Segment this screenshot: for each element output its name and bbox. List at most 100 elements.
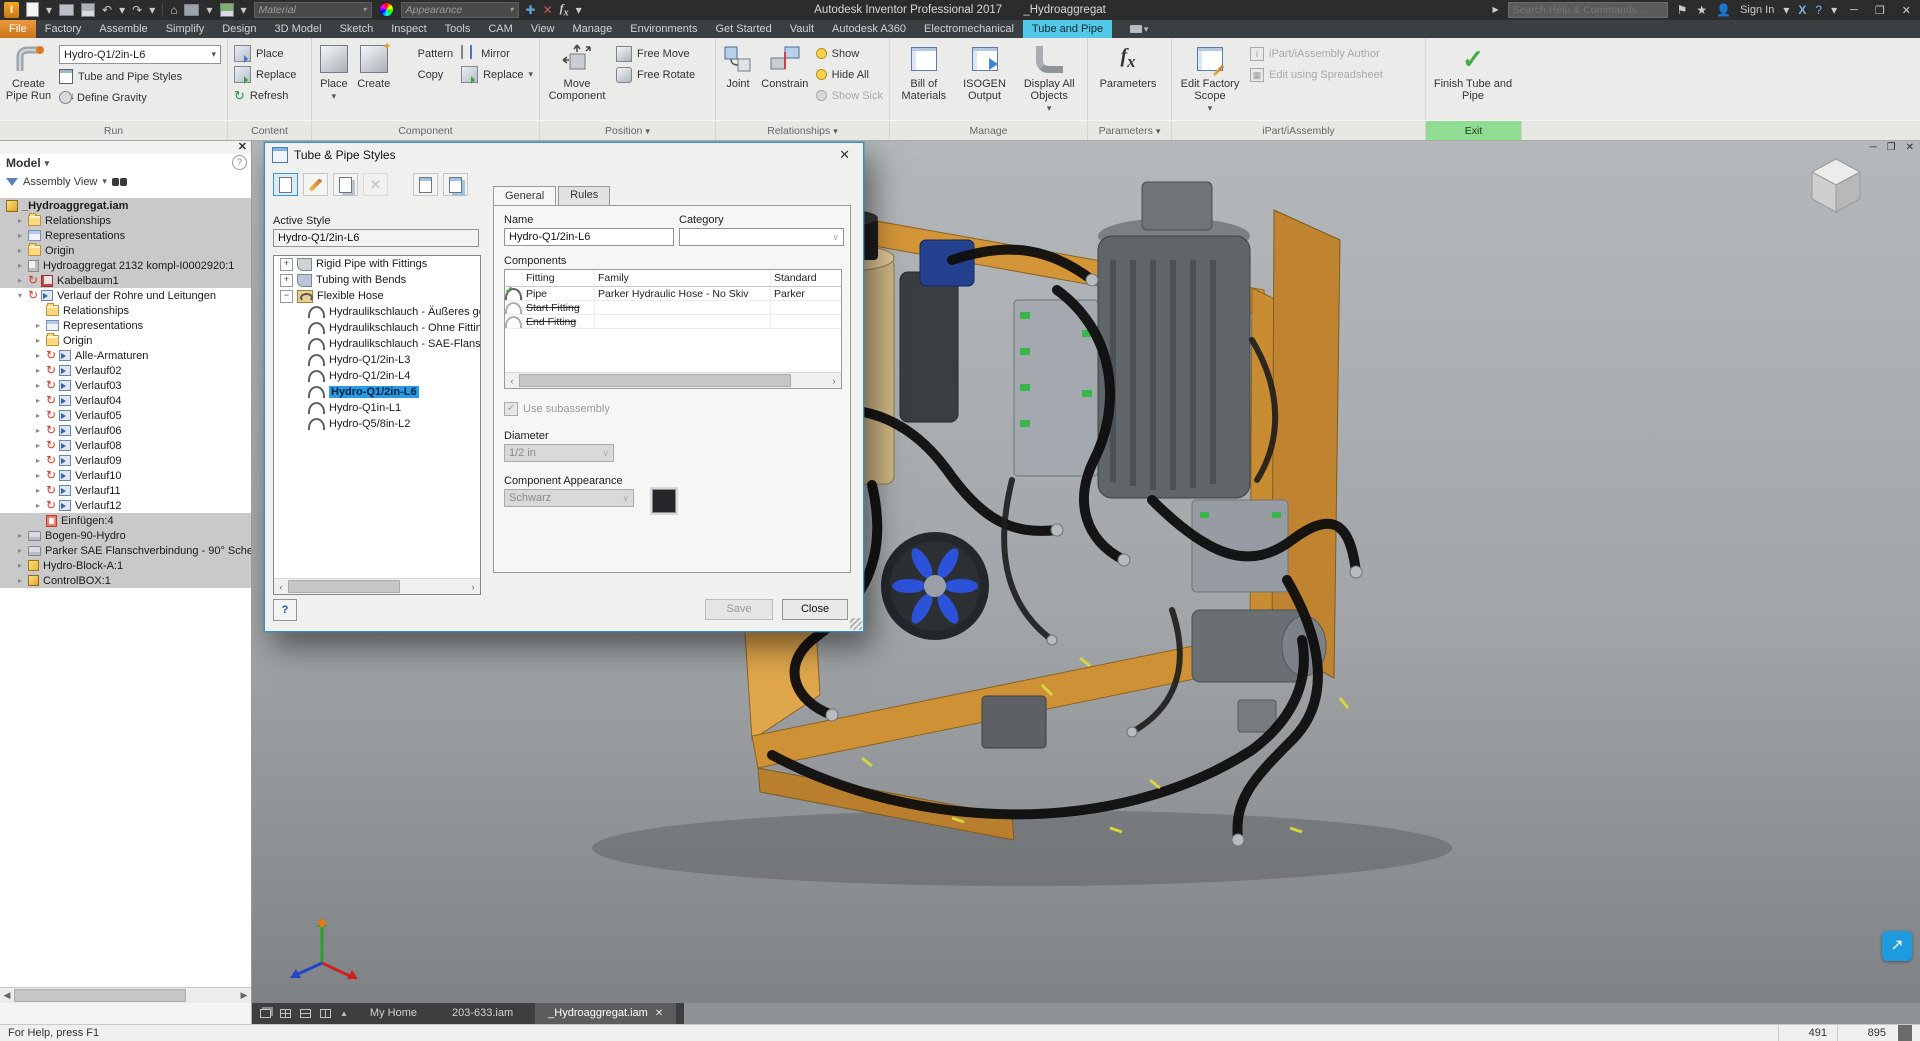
browser-help-icon[interactable]: ? xyxy=(232,155,247,170)
expander-icon[interactable]: + xyxy=(280,274,293,287)
show-button[interactable]: Show xyxy=(816,45,883,62)
tree-item[interactable]: ▸↻Verlauf09 xyxy=(0,453,251,468)
panel-label-manage[interactable]: Manage xyxy=(890,121,1088,140)
tab-file[interactable]: File xyxy=(0,20,36,38)
expander-icon[interactable]: ▸ xyxy=(36,456,46,465)
tree-item[interactable]: ▸↻Verlauf12 xyxy=(0,498,251,513)
scrollbar-thumb[interactable] xyxy=(519,374,791,387)
new-file-icon[interactable] xyxy=(26,2,39,17)
tab-simplify[interactable]: Simplify xyxy=(157,20,214,38)
scrollbar-thumb[interactable] xyxy=(14,989,186,1002)
edit-style-button[interactable] xyxy=(303,173,328,196)
tree-item[interactable]: ▸↻Verlauf04 xyxy=(0,393,251,408)
panel-label-exit[interactable]: Exit xyxy=(1426,121,1522,140)
styles-tree-item[interactable]: Hydro-Q1/2in-L4 xyxy=(274,368,480,384)
table-row[interactable]: Pipe Parker Hydraulic Hose - No Skiv Par… xyxy=(505,287,841,301)
components-table[interactable]: Fitting Family Standard Pipe Parker Hydr… xyxy=(504,269,842,389)
expander-icon[interactable]: ▸ xyxy=(36,351,46,360)
doc-restore-icon[interactable]: ❐ xyxy=(1887,142,1896,153)
panel-label-relationships[interactable]: Relationships▾ xyxy=(716,121,890,140)
tab-general[interactable]: General xyxy=(493,186,556,205)
undo-icon[interactable]: ↶ xyxy=(102,4,112,16)
styles-tree-item[interactable]: Hydro-Q5/8in-L2 xyxy=(274,416,480,432)
tree-item[interactable]: ▸↻Kabelbaum1 xyxy=(0,273,251,288)
tree-item[interactable]: ▾↻Verlauf der Rohre und Leitungen xyxy=(0,288,251,303)
panel-label-parameters[interactable]: Parameters▾ xyxy=(1088,121,1172,140)
tree-item[interactable]: ▸↻Verlauf06 xyxy=(0,423,251,438)
bill-of-materials-button[interactable]: Bill of Materials xyxy=(892,40,956,120)
tab-tools[interactable]: Tools xyxy=(436,20,480,38)
tree-item[interactable]: ▸↻Alle-Armaturen xyxy=(0,348,251,363)
expander-icon[interactable]: ▸ xyxy=(18,276,28,285)
expander-icon[interactable]: ▸ xyxy=(36,321,46,330)
tree-item[interactable]: ▸Parker SAE Flanschverbindung - 90° Sche… xyxy=(0,543,251,558)
refresh-button[interactable]: ↻ Refresh xyxy=(234,87,296,104)
tree-item[interactable]: ▸Relationships xyxy=(0,213,251,228)
tab-autodesk-a360[interactable]: Autodesk A360 xyxy=(823,20,915,38)
expander-icon[interactable]: ▸ xyxy=(36,381,46,390)
copy-button[interactable]: Copy xyxy=(398,66,453,83)
new-file-dropdown-icon[interactable]: ▾ xyxy=(46,4,52,16)
view-mode-selector[interactable]: Assembly View xyxy=(23,176,97,188)
tab-rules[interactable]: Rules xyxy=(558,186,610,205)
tab-3d-model[interactable]: 3D Model xyxy=(265,20,330,38)
ribbon-display-options[interactable]: ▾ xyxy=(1126,20,1152,38)
dialog-help-button[interactable]: ? xyxy=(273,599,297,621)
expander-icon[interactable]: ▸ xyxy=(36,426,46,435)
tree-item[interactable]: ▸Bogen-90-Hydro xyxy=(0,528,251,543)
browser-close-icon[interactable]: ✕ xyxy=(238,140,247,153)
adjust-clear-icon[interactable]: ✕ xyxy=(543,4,553,16)
joint-button[interactable]: Joint xyxy=(718,40,758,120)
hide-all-button[interactable]: Hide All xyxy=(816,66,883,83)
restore-button[interactable]: ❐ xyxy=(1871,4,1889,17)
styles-tree[interactable]: +Rigid Pipe with Fittings +Tubing with B… xyxy=(273,255,481,595)
display-all-objects-button[interactable]: Display All Objects ▾ xyxy=(1013,40,1085,120)
sign-in-dropdown-icon[interactable]: ▾ xyxy=(1783,4,1789,16)
doc-minimize-icon[interactable]: ─ xyxy=(1870,142,1877,153)
styles-tree-item[interactable]: Hydraulikschlauch - Ohne Fittings xyxy=(274,320,480,336)
expander-icon[interactable]: − xyxy=(280,290,293,303)
scroll-right-icon[interactable]: › xyxy=(466,582,480,592)
expander-icon[interactable]: ▸ xyxy=(36,396,46,405)
tab-vault[interactable]: Vault xyxy=(781,20,823,38)
search-input[interactable] xyxy=(1508,2,1668,18)
tab-get-started[interactable]: Get Started xyxy=(707,20,781,38)
save-icon[interactable] xyxy=(81,3,95,17)
tab-electromechanical[interactable]: Electromechanical xyxy=(915,20,1023,38)
replace-content-button[interactable]: Replace xyxy=(234,66,296,83)
redo-icon[interactable]: ↷ xyxy=(132,4,142,16)
minimize-button[interactable]: ─ xyxy=(1846,4,1862,16)
tab-sketch[interactable]: Sketch xyxy=(331,20,383,38)
expander-icon[interactable]: ▸ xyxy=(36,471,46,480)
expander-icon[interactable]: ▸ xyxy=(36,441,46,450)
active-style-ribbon-combobox[interactable]: Hydro-Q1/2in-L6 ▾ xyxy=(59,45,221,64)
expander-icon[interactable]: ▸ xyxy=(36,486,46,495)
filter-icon[interactable] xyxy=(6,178,18,186)
view-mode-dropdown-icon[interactable]: ▾ xyxy=(102,176,107,187)
place-content-button[interactable]: Place xyxy=(234,45,296,62)
render-icon[interactable] xyxy=(184,4,199,16)
sign-in-button[interactable]: Sign In xyxy=(1740,4,1774,16)
tree-item[interactable]: ▸↻Verlauf10 xyxy=(0,468,251,483)
edit-factory-scope-button[interactable]: Edit Factory Scope ▾ xyxy=(1174,40,1246,120)
tree-item[interactable]: ▸Hydroaggregat 2132 kompl-I0002920:1 xyxy=(0,258,251,273)
favorites-star-icon[interactable]: ★ xyxy=(1696,4,1707,16)
tab-design[interactable]: Design xyxy=(213,20,265,38)
move-component-button[interactable]: Move Component xyxy=(542,40,612,120)
browser-horizontal-scrollbar[interactable]: ◀ ▶ xyxy=(0,987,251,1003)
browser-title-dropdown-icon[interactable]: ▾ xyxy=(45,158,50,169)
tab-inspect[interactable]: Inspect xyxy=(382,20,435,38)
help-icon[interactable]: ? xyxy=(1815,4,1822,16)
expander-icon[interactable]: ▸ xyxy=(18,231,28,240)
expander-icon[interactable]: ▸ xyxy=(18,576,28,585)
close-button[interactable]: Close xyxy=(782,599,848,620)
doc-tab-203-633[interactable]: 203-633.iam xyxy=(439,1003,526,1024)
styles-tree-item[interactable]: +Tubing with Bends xyxy=(274,272,480,288)
tree-item[interactable]: ▸Origin xyxy=(0,243,251,258)
expander-icon[interactable]: ▸ xyxy=(18,261,28,270)
pattern-button[interactable]: Pattern xyxy=(398,45,453,62)
tab-assemble[interactable]: Assemble xyxy=(90,20,156,38)
scroll-right-icon[interactable]: ▶ xyxy=(237,990,251,1001)
tree-item[interactable]: Einfügen:4 xyxy=(0,513,251,528)
tree-item-root[interactable]: _Hydroaggregat.iam xyxy=(0,198,251,213)
